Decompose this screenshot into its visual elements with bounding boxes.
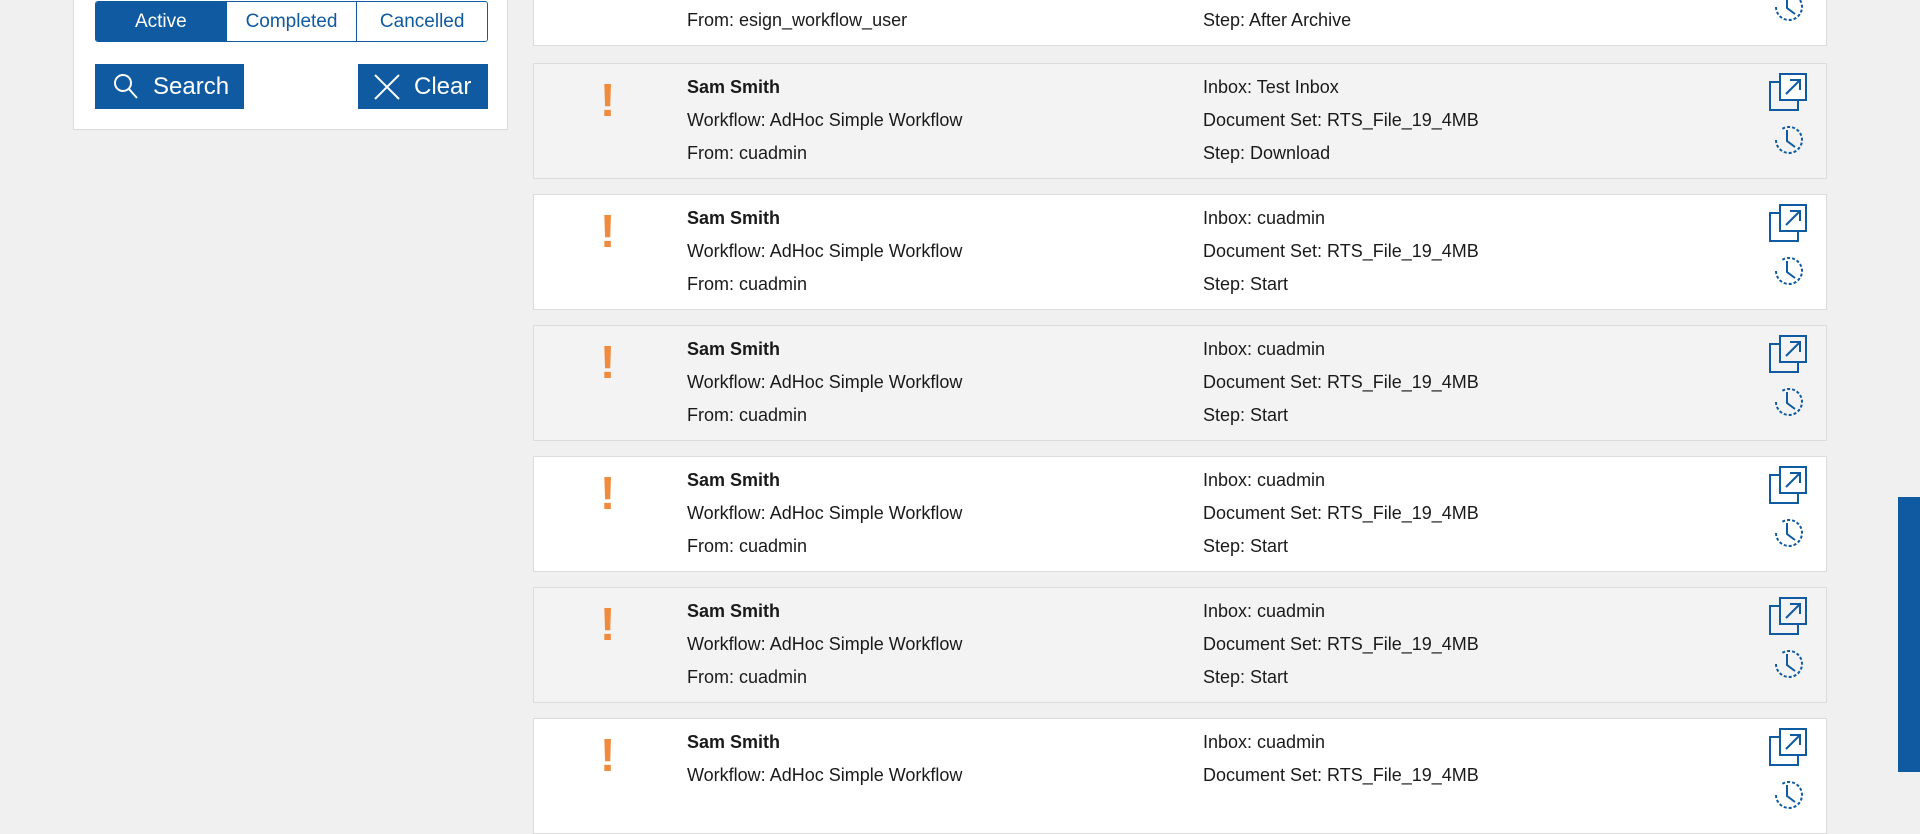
task-actions [1768, 727, 1810, 823]
open-external-icon[interactable] [1768, 465, 1808, 505]
task-actions [1768, 0, 1810, 35]
task-step: Step: Start [1203, 405, 1289, 425]
tab-active[interactable]: Active [96, 2, 226, 41]
task-name: Sam Smith [687, 77, 781, 97]
task-workflow: Workflow: AdHoc Simple Workflow [687, 241, 963, 261]
task-from: From: cuadmin [687, 536, 808, 556]
task-right-column: Inbox: cuadmin Document Set: RTS_File_19… [1203, 726, 1479, 792]
task-card[interactable]: ! Sam Smith Workflow: AdHoc Simple Workf… [533, 718, 1827, 834]
status-tabs: Active Completed Cancelled [95, 1, 488, 42]
task-left-column: Sam Smith Workflow: AdHoc Simple Workflo… [687, 595, 962, 694]
history-icon[interactable] [1768, 0, 1808, 27]
close-icon [372, 72, 402, 102]
task-card[interactable]: ! Sam Smith Workflow: AdHoc Simple Workf… [533, 325, 1827, 441]
tab-completed[interactable]: Completed [225, 2, 357, 41]
task-right-column: Inbox: cuadmin Document Set: RTS_File_19… [1203, 595, 1479, 694]
task-left-column: Sam Smith Workflow: AdHoc Simple Workflo… [687, 464, 962, 563]
task-from: From: cuadmin [687, 143, 808, 163]
open-external-icon[interactable] [1768, 596, 1808, 636]
history-icon[interactable] [1768, 120, 1808, 160]
history-icon[interactable] [1768, 644, 1808, 684]
task-document-set: Document Set: RTS_File_19_4MB [1203, 503, 1479, 523]
history-icon[interactable] [1768, 382, 1808, 422]
task-left-column: Sam Smith Workflow: AdHoc Simple Workflo… [687, 333, 962, 432]
exclamation-icon: ! [600, 336, 616, 388]
task-right-column: Inbox: Test Inbox Document Set: RTS_File… [1203, 71, 1479, 170]
open-external-icon[interactable] [1768, 727, 1808, 767]
task-inbox: Inbox: cuadmin [1203, 208, 1326, 228]
task-card[interactable]: ! Sam Smith Workflow: AdHoc Simple Workf… [533, 63, 1827, 179]
open-external-icon[interactable] [1768, 72, 1808, 112]
task-inbox: Inbox: Test Inbox [1203, 77, 1339, 97]
task-step: Step: Download [1203, 143, 1331, 163]
task-step: Step: After Archive [1203, 10, 1352, 30]
task-left-column: Sam Smith Workflow: AdHoc Simple Workflo… [687, 71, 962, 170]
task-from: From: esign_workflow_user [687, 10, 908, 30]
task-right-column: Inbox: cuadmin Document Set: RTS_File_19… [1203, 333, 1479, 432]
clear-button[interactable]: Clear [358, 64, 488, 109]
search-button-label: Search [153, 72, 230, 100]
task-actions [1768, 334, 1810, 430]
task-actions [1768, 203, 1810, 299]
task-actions [1768, 465, 1810, 561]
task-right-column: Inbox: cuadmin Document Set: RTS_File_19… [1203, 464, 1479, 563]
task-workflow: Workflow: AdHoc Simple Workflow [687, 110, 963, 130]
task-left-column: From: esign_workflow_user [687, 0, 907, 37]
task-card[interactable]: ! Sam Smith Workflow: AdHoc Simple Workf… [533, 456, 1827, 572]
task-card[interactable]: ! Sam Smith Workflow: AdHoc Simple Workf… [533, 194, 1827, 310]
exclamation-icon: ! [600, 74, 616, 126]
task-name: Sam Smith [687, 601, 781, 621]
exclamation-icon: ! [600, 205, 616, 257]
exclamation-icon: ! [600, 598, 616, 650]
clear-button-label: Clear [414, 72, 472, 100]
task-workflow: Workflow: AdHoc Simple Workflow [687, 634, 963, 654]
task-name: Sam Smith [687, 470, 781, 490]
task-actions [1768, 72, 1810, 168]
task-card[interactable]: ! Sam Smith Workflow: AdHoc Simple Workf… [533, 587, 1827, 703]
tab-cancelled[interactable]: Cancelled [356, 2, 487, 41]
search-icon [111, 72, 141, 102]
task-from: From: cuadmin [687, 405, 808, 425]
open-external-icon[interactable] [1768, 203, 1808, 243]
history-icon[interactable] [1768, 513, 1808, 553]
scrollbar-thumb[interactable] [1898, 497, 1920, 772]
task-inbox: Inbox: cuadmin [1203, 732, 1326, 752]
task-name: Sam Smith [687, 732, 781, 752]
task-name: Sam Smith [687, 208, 781, 228]
task-left-column: Sam Smith Workflow: AdHoc Simple Workflo… [687, 202, 962, 301]
task-from: From: cuadmin [687, 274, 808, 294]
task-document-set: Document Set: RTS_File_19_4MB [1203, 110, 1479, 130]
task-document-set: Document Set: RTS_File_19_4MB [1203, 634, 1479, 654]
task-document-set: Document Set: RTS_File_19_4MB [1203, 372, 1479, 392]
task-document-set: Document Set: RTS_File_19_4MB [1203, 765, 1479, 785]
task-document-set: Document Set: RTS_File_19_4MB [1203, 241, 1479, 261]
filter-panel: Active Completed Cancelled Search Clear [73, 0, 508, 130]
task-step: Step: Start [1203, 536, 1289, 556]
history-icon[interactable] [1768, 251, 1808, 291]
task-left-column: Sam Smith Workflow: AdHoc Simple Workflo… [687, 726, 962, 792]
task-name: Sam Smith [687, 339, 781, 359]
history-icon[interactable] [1768, 775, 1808, 815]
exclamation-icon: ! [600, 467, 616, 519]
exclamation-icon: ! [600, 729, 616, 781]
task-step: Step: Start [1203, 667, 1289, 687]
task-workflow: Workflow: AdHoc Simple Workflow [687, 503, 963, 523]
task-card[interactable]: From: esign_workflow_user Step: After Ar… [533, 0, 1827, 46]
task-right-column: Step: After Archive [1203, 0, 1351, 37]
task-inbox: Inbox: cuadmin [1203, 470, 1326, 490]
task-from: From: cuadmin [687, 667, 808, 687]
task-inbox: Inbox: cuadmin [1203, 339, 1326, 359]
task-step: Step: Start [1203, 274, 1289, 294]
task-actions [1768, 596, 1810, 692]
task-inbox: Inbox: cuadmin [1203, 601, 1326, 621]
search-button[interactable]: Search [95, 64, 244, 109]
task-right-column: Inbox: cuadmin Document Set: RTS_File_19… [1203, 202, 1479, 301]
task-workflow: Workflow: AdHoc Simple Workflow [687, 765, 963, 785]
open-external-icon[interactable] [1768, 334, 1808, 374]
task-workflow: Workflow: AdHoc Simple Workflow [687, 372, 963, 392]
